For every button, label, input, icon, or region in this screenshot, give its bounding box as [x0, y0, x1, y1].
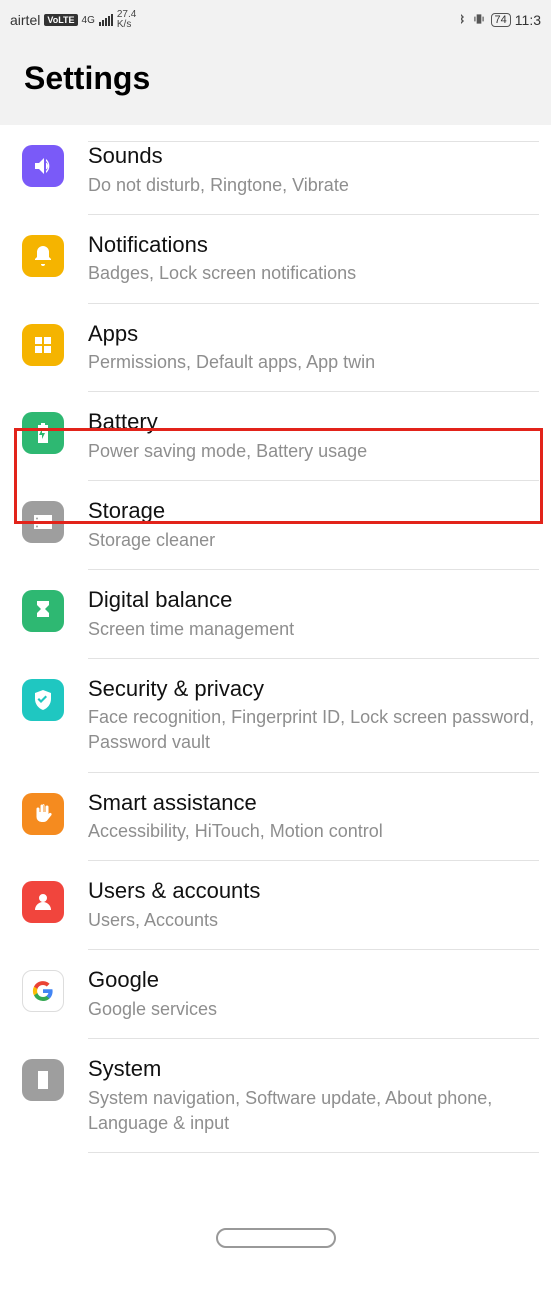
settings-item-sound[interactable]: SoundsDo not disturb, Ringtone, Vibrate — [0, 125, 551, 215]
row-content: Digital balanceScreen time management — [88, 586, 539, 659]
hand-icon — [22, 793, 64, 835]
sound-icon — [22, 145, 64, 187]
person-icon — [22, 881, 64, 923]
grid-icon — [22, 324, 64, 366]
status-left: airtel VoLTE 4G 27.4 K/s — [10, 10, 136, 30]
item-subtitle: Do not disturb, Ringtone, Vibrate — [88, 173, 539, 198]
clock-label: 11:3 — [515, 12, 541, 28]
item-title: Users & accounts — [88, 877, 539, 906]
item-title: Sounds — [88, 142, 539, 171]
item-title: System — [88, 1055, 539, 1084]
item-subtitle: Accessibility, HiTouch, Motion control — [88, 819, 539, 844]
settings-list[interactable]: SoundsDo not disturb, Ringtone, Vibrate N… — [0, 125, 551, 1153]
settings-item-grid[interactable]: AppsPermissions, Default apps, App twin — [0, 304, 551, 393]
status-right: 74 11:3 — [455, 12, 541, 29]
settings-item-person[interactable]: Users & accountsUsers, Accounts — [0, 861, 551, 950]
system-icon — [22, 1059, 64, 1101]
row-content: Security & privacyFace recognition, Fing… — [88, 675, 539, 773]
row-content: NotificationsBadges, Lock screen notific… — [88, 231, 539, 304]
item-title: Google — [88, 966, 539, 995]
google-icon — [22, 970, 64, 1012]
row-content: GoogleGoogle services — [88, 966, 539, 1039]
settings-item-shield[interactable]: Security & privacyFace recognition, Fing… — [0, 659, 551, 773]
row-content: SoundsDo not disturb, Ringtone, Vibrate — [88, 141, 539, 215]
settings-item-bell[interactable]: NotificationsBadges, Lock screen notific… — [0, 215, 551, 304]
volte-badge: VoLTE — [44, 14, 77, 26]
row-content: SystemSystem navigation, Software update… — [88, 1055, 539, 1153]
item-subtitle: Users, Accounts — [88, 908, 539, 933]
row-content: BatteryPower saving mode, Battery usage — [88, 408, 539, 481]
bluetooth-icon — [455, 12, 467, 29]
item-title: Apps — [88, 320, 539, 349]
settings-item-system[interactable]: SystemSystem navigation, Software update… — [0, 1039, 551, 1153]
item-title: Notifications — [88, 231, 539, 260]
page-header: Settings — [0, 40, 551, 125]
settings-item-google[interactable]: GoogleGoogle services — [0, 950, 551, 1039]
item-subtitle: Power saving mode, Battery usage — [88, 439, 539, 464]
item-title: Security & privacy — [88, 675, 539, 704]
item-title: Digital balance — [88, 586, 539, 615]
item-subtitle: Badges, Lock screen notifications — [88, 261, 539, 286]
hourglass-icon — [22, 590, 64, 632]
row-content: AppsPermissions, Default apps, App twin — [88, 320, 539, 393]
speed-indicator: 27.4 K/s — [117, 10, 136, 30]
shield-icon — [22, 679, 64, 721]
item-title: Smart assistance — [88, 789, 539, 818]
storage-icon — [22, 501, 64, 543]
settings-item-hand[interactable]: Smart assistanceAccessibility, HiTouch, … — [0, 773, 551, 862]
bell-icon — [22, 235, 64, 277]
item-title: Storage — [88, 497, 539, 526]
item-subtitle: Google services — [88, 997, 539, 1022]
carrier-label: airtel — [10, 12, 40, 28]
home-indicator[interactable] — [216, 1228, 336, 1248]
settings-item-hourglass[interactable]: Digital balanceScreen time management — [0, 570, 551, 659]
item-subtitle: Storage cleaner — [88, 528, 539, 553]
row-content: Users & accountsUsers, Accounts — [88, 877, 539, 950]
item-subtitle: Permissions, Default apps, App twin — [88, 350, 539, 375]
row-content: Smart assistanceAccessibility, HiTouch, … — [88, 789, 539, 862]
network-label: 4G — [82, 15, 95, 26]
item-subtitle: Screen time management — [88, 617, 539, 642]
settings-item-storage[interactable]: StorageStorage cleaner — [0, 481, 551, 570]
row-content: StorageStorage cleaner — [88, 497, 539, 570]
vibrate-icon — [471, 12, 487, 29]
settings-item-battery[interactable]: BatteryPower saving mode, Battery usage — [0, 392, 551, 481]
signal-icon — [99, 14, 113, 26]
page-title: Settings — [24, 60, 527, 97]
item-subtitle: System navigation, Software update, Abou… — [88, 1086, 539, 1136]
battery-icon: 74 — [491, 13, 511, 27]
battery-icon — [22, 412, 64, 454]
item-subtitle: Face recognition, Fingerprint ID, Lock s… — [88, 705, 539, 755]
item-title: Battery — [88, 408, 539, 437]
status-bar: airtel VoLTE 4G 27.4 K/s 74 11:3 — [0, 0, 551, 40]
